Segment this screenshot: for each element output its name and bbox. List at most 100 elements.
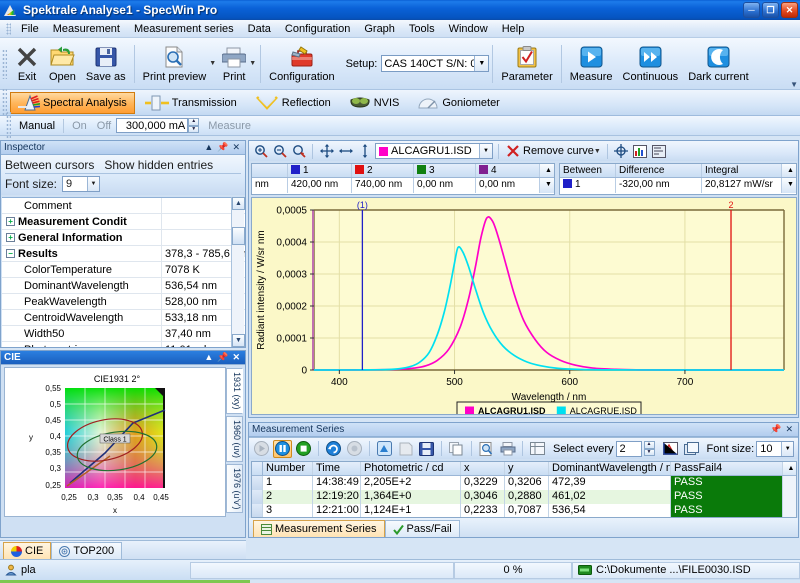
exit-button[interactable]: Exit [10, 40, 44, 88]
cie-tab-1931[interactable]: 1931 (xy) [226, 368, 243, 414]
scroll-thumb[interactable] [232, 227, 245, 245]
between-table[interactable]: Between Difference Integral ▲ 1 -320,00 … [559, 163, 797, 195]
row-selector[interactable] [252, 504, 263, 517]
col-time[interactable]: Time [313, 462, 361, 475]
save-as-button[interactable]: Save as [81, 40, 131, 88]
scroll-track[interactable] [783, 504, 796, 517]
ms-pin-icon[interactable]: 📌 [770, 424, 781, 435]
chevron-down-icon[interactable]: ▼ [474, 56, 489, 71]
inspector-font-size-select[interactable]: 9 ▼ [62, 176, 101, 192]
setup-select[interactable]: CAS 140CT S/N: 02: ▼ [381, 55, 490, 72]
select-every-input[interactable]: 2 [615, 440, 642, 457]
menu-item-file[interactable]: File [14, 21, 46, 37]
table-layout-icon[interactable] [528, 440, 547, 458]
close-button[interactable]: ✕ [781, 2, 798, 18]
zoom-out-icon[interactable] [271, 143, 288, 160]
undo-icon[interactable] [396, 440, 415, 458]
col-dominant-wavelength[interactable]: DominantWavelength / nm [549, 462, 671, 475]
chart-view-icon[interactable] [661, 440, 680, 458]
menu-grip[interactable] [6, 22, 11, 35]
table-row[interactable]: + General Information [2, 229, 245, 246]
cie-tab-1976[interactable]: 1976 (u'v') [226, 463, 243, 514]
maximize-button[interactable]: ❐ [762, 2, 779, 18]
table-row[interactable]: CentroidWavelength 533,18 nm [2, 309, 245, 326]
ms-close-icon[interactable]: ✕ [785, 424, 793, 435]
expand-icon[interactable]: + [6, 217, 15, 227]
printer-icon[interactable] [498, 440, 517, 458]
histogram-icon[interactable] [632, 143, 649, 160]
mode-reflection[interactable]: Reflection [247, 92, 339, 114]
manual-measure-button[interactable]: Measure [203, 120, 256, 132]
inspector-collapse-icon[interactable]: ▲ [204, 142, 213, 153]
cursor-scroll-up-icon[interactable]: ▲ [540, 164, 554, 177]
table-row[interactable]: 1 14:38:49 2,205E+2 0,3229 0,3206 472,39… [252, 476, 796, 490]
tab-pass-fail[interactable]: Pass/Fail [384, 520, 460, 537]
menu-item-help[interactable]: Help [495, 21, 532, 37]
between-cursors-button[interactable]: Between cursors [5, 158, 94, 172]
toolbar-overflow-button[interactable]: ▼ [790, 80, 798, 89]
collapse-icon[interactable]: − [6, 249, 15, 259]
expand-icon[interactable]: + [6, 233, 15, 243]
select-every-stepper[interactable]: ▲ ▼ [643, 441, 655, 456]
print-preview-dropdown[interactable]: ▼ [209, 60, 216, 67]
mode-nvis[interactable]: NVIS [341, 92, 408, 114]
window-layout-icon[interactable] [682, 440, 701, 458]
table-row[interactable]: + Measurement Condit [2, 213, 245, 230]
row-selector[interactable] [252, 490, 263, 504]
spectrum-plot[interactable]: (1) 2 400 500 600 700 0 0,0001 0,0002 0,0003 0,000… [251, 197, 797, 415]
tab-measurement-series[interactable]: Measurement Series [253, 520, 385, 537]
zoom-reset-icon[interactable] [290, 143, 307, 160]
menu-item-window[interactable]: Window [442, 21, 495, 37]
properties-icon[interactable] [651, 143, 668, 160]
manual-off-button[interactable]: Off [92, 120, 116, 132]
current-file-cell[interactable]: C:\Dokumente ...\FILE0030.ISD [572, 561, 800, 579]
inspector-pin-icon[interactable]: 📌 [217, 142, 228, 153]
inspector-close-icon[interactable]: ✕ [232, 142, 240, 153]
play-icon[interactable] [252, 440, 271, 458]
table-row[interactable]: Comment [2, 198, 245, 214]
cie-pin-icon[interactable]: 📌 [217, 352, 228, 363]
pan-vertical-icon[interactable] [356, 143, 373, 160]
open-button[interactable]: Open [44, 40, 81, 88]
remove-curve-x-icon[interactable] [504, 143, 521, 160]
inspector-scrollbar[interactable]: ▲ ▼ [231, 197, 245, 347]
table-row[interactable]: Width50 37,40 nm [2, 325, 245, 342]
manual-bar-grip[interactable] [6, 110, 11, 141]
curve-select[interactable]: ALCAGRU1.ISD ▼ [375, 143, 493, 159]
menu-item-measurement[interactable]: Measurement [46, 21, 127, 37]
configuration-button[interactable]: Configuration [264, 40, 339, 88]
scroll-down-icon[interactable]: ▼ [232, 334, 245, 347]
table-row[interactable]: 3 12:21:00 1,124E+1 0,2233 0,7087 536,54… [252, 504, 796, 517]
show-hidden-entries-button[interactable]: Show hidden entries [104, 158, 213, 172]
auto-scale-icon[interactable] [375, 440, 394, 458]
scroll-thumb[interactable] [783, 490, 796, 504]
table-row[interactable]: Photometric 11,01 cd [2, 341, 245, 347]
print-preview-icon[interactable] [477, 440, 496, 458]
scroll-up-icon[interactable]: ▲ [783, 462, 796, 475]
chevron-down-icon[interactable]: ▼ [87, 177, 100, 191]
between-scroll-down-icon[interactable]: ▼ [782, 178, 796, 193]
save-icon[interactable] [417, 440, 436, 458]
left-tab-top200[interactable]: TOP200 [51, 542, 123, 559]
chevron-down-icon[interactable]: ▼ [479, 144, 492, 158]
measurement-series-table[interactable]: Number Time Photometric / cd x y Dominan… [251, 461, 797, 518]
cie-tab-1960[interactable]: 1960 (uv) [226, 415, 243, 462]
table-row[interactable]: ColorTemperature 7078 K [2, 261, 245, 278]
current-input[interactable]: 300,000 mA [116, 118, 189, 133]
table-row[interactable]: 2 12:19:20 1,364E+0 0,3046 0,2880 461,02… [252, 490, 796, 504]
menu-item-data[interactable]: Data [241, 21, 278, 37]
cursor-position-table[interactable]: 1 2 3 4 ▲ nm 420,00 nm 740,00 nm 0,00 nm… [251, 163, 555, 195]
skip-icon[interactable] [345, 440, 364, 458]
col-x[interactable]: x [461, 462, 505, 475]
copy-icon[interactable] [447, 440, 466, 458]
manual-on-button[interactable]: On [67, 120, 92, 132]
mode-transmission[interactable]: Transmission [137, 92, 245, 114]
parameter-button[interactable]: Parameter [496, 40, 557, 88]
mode-goniometer[interactable]: Goniometer [409, 92, 507, 114]
col-photometric[interactable]: Photometric / cd [361, 462, 461, 475]
refresh-icon[interactable] [324, 440, 343, 458]
chevron-down-icon[interactable]: ▼ [781, 441, 794, 456]
pause-icon[interactable] [273, 439, 292, 458]
toolbar-grip[interactable] [2, 48, 7, 79]
scroll-track[interactable] [783, 476, 796, 490]
